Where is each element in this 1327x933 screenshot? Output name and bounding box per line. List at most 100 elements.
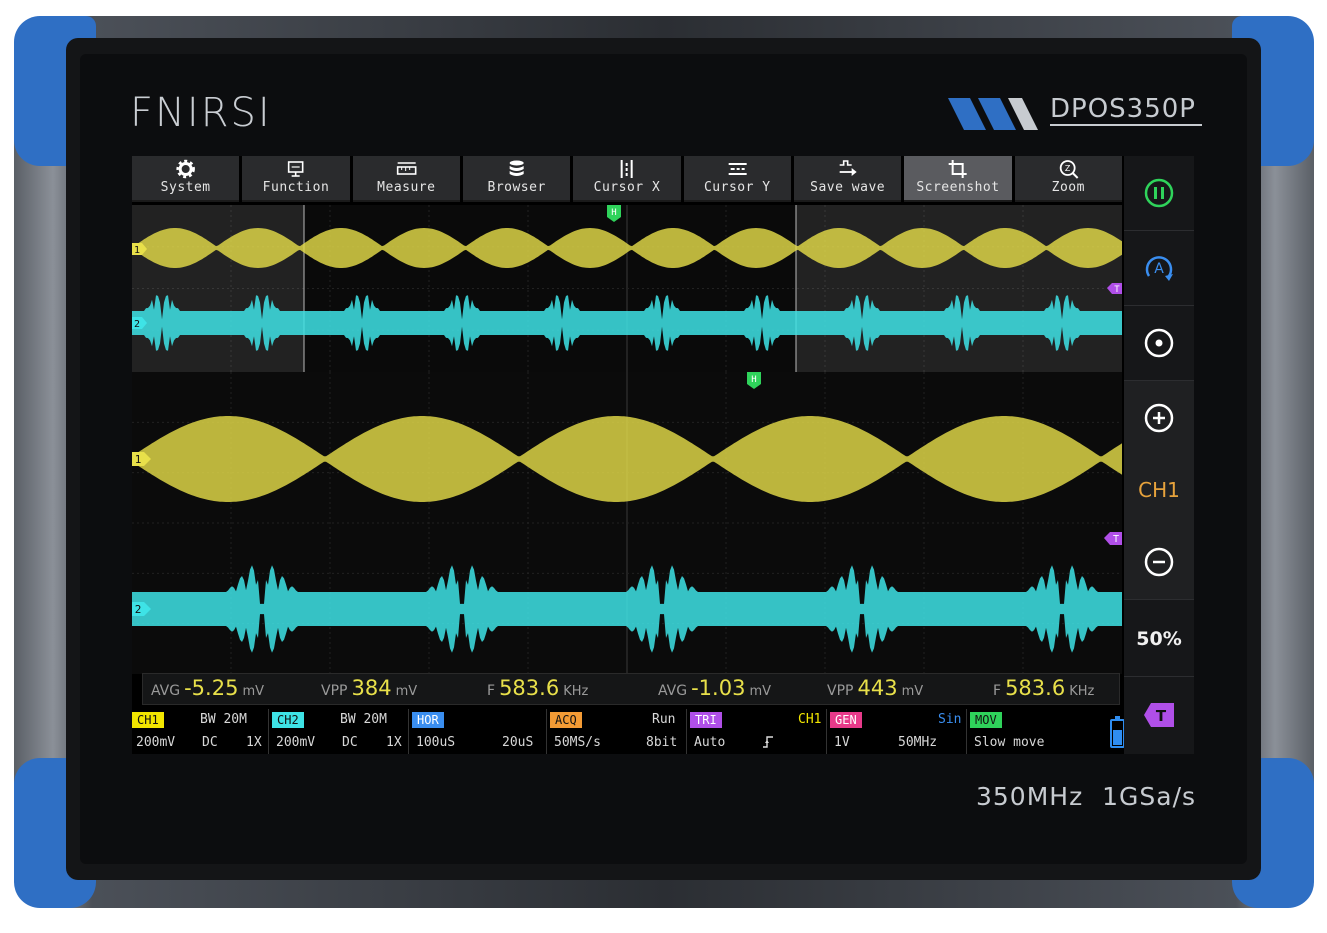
screenshot-label: Screenshot — [916, 180, 1000, 195]
save-wave-icon — [839, 160, 857, 176]
measurement-value: 443 — [857, 676, 898, 700]
ch2-volts-div: 200mV — [276, 735, 316, 750]
cursor-y-label: Cursor Y — [703, 180, 771, 195]
generator-frequency: 50MHz — [898, 735, 938, 750]
acq-bits: 8bit — [646, 735, 678, 750]
screenshot-button[interactable]: Screenshot — [904, 156, 1012, 202]
generator-status[interactable]: GEN Sin 1V 50MHz — [828, 709, 967, 754]
trigger-mode: Auto — [694, 735, 726, 750]
rising-edge-icon — [763, 736, 773, 748]
ch2-freq-measurement: F 583.6 KHz — [993, 676, 1094, 700]
ch1-vpp-measurement: VPP 384 mV — [321, 676, 417, 700]
svg-text:1: 1 — [135, 453, 142, 466]
minus-icon — [1144, 547, 1174, 577]
crop-icon — [948, 160, 967, 178]
hor-tag: HOR — [412, 712, 444, 728]
zoom-out-button[interactable] — [1124, 525, 1194, 599]
channel-label: CH1 — [1138, 478, 1180, 502]
fifty-percent-label: 50% — [1136, 628, 1182, 650]
model-name: DPOS350P — [1050, 94, 1202, 126]
ch2-status[interactable]: CH2 BW 20M 200mV DC 1X — [270, 709, 409, 754]
top-toolbar: System Function Measure Browser Cursor X… — [132, 156, 1122, 202]
model-stripes-icon — [948, 98, 1038, 130]
save-wave-button[interactable]: Save wave — [793, 156, 902, 202]
main-ch1-trace — [132, 416, 1122, 502]
hor-offset: 20uS — [502, 735, 534, 750]
svg-text:T: T — [1114, 285, 1120, 295]
center-button[interactable] — [1124, 306, 1194, 380]
trigger-source: CH1 — [798, 712, 822, 727]
svg-text:T: T — [1156, 707, 1167, 725]
ruler-icon — [396, 162, 417, 175]
zoom-label: Zoom — [1051, 180, 1085, 195]
ch1-tag: CH1 — [132, 712, 164, 728]
move-mode: Slow move — [974, 735, 1045, 750]
ch2-tag: CH2 — [272, 712, 304, 728]
cursor-y-button[interactable]: Cursor Y — [683, 156, 791, 202]
function-label: Function — [262, 180, 330, 195]
measurement-unit: mV — [395, 684, 418, 699]
cursor-x-label: Cursor X — [593, 180, 661, 195]
trigger-status[interactable]: TRI CH1 Auto — [688, 709, 827, 754]
zoom-in-button[interactable] — [1124, 381, 1194, 455]
measurement-label: F — [993, 683, 1002, 699]
ch2-bandwidth: BW 20M — [340, 712, 387, 727]
mov-tag: MOV — [970, 712, 1002, 728]
measurement-value: 583.6 — [1005, 676, 1066, 700]
gear-icon — [176, 159, 195, 179]
ch2-avg-measurement: AVG -1.03 mV — [658, 676, 771, 700]
spec-label: 350MHz 1GSa/s — [976, 782, 1197, 811]
channel-select-button[interactable]: CH1 — [1124, 453, 1194, 527]
fifty-percent-button[interactable]: 50% — [1124, 602, 1194, 676]
function-button[interactable]: Function — [242, 156, 350, 202]
database-icon — [509, 160, 524, 176]
horizontal-status[interactable]: HOR 100uS 20uS — [410, 709, 547, 754]
monitor-icon — [288, 161, 304, 177]
browser-button[interactable]: Browser — [462, 156, 571, 202]
acquisition-status[interactable]: ACQ Run 50MS/s 8bit — [548, 709, 687, 754]
ch1-freq-measurement: F 583.6 KHz — [487, 676, 588, 700]
measure-button[interactable]: Measure — [352, 156, 460, 202]
cursor-x-button[interactable]: Cursor X — [573, 156, 681, 202]
main-h-marker: H — [747, 372, 761, 389]
measure-label: Measure — [377, 180, 436, 195]
auto-button[interactable]: A — [1124, 231, 1194, 305]
ch1-status[interactable]: CH1 BW 20M 200mV DC 1X — [132, 709, 269, 754]
measurement-unit: KHz — [563, 684, 589, 699]
battery-icon — [1110, 716, 1125, 748]
system-button[interactable]: System — [132, 156, 240, 202]
trigger-button[interactable]: T — [1124, 678, 1194, 752]
acq-tag: ACQ — [550, 712, 582, 728]
ch1-avg-measurement: AVG -5.25 mV — [151, 676, 264, 700]
auto-icon: A — [1145, 256, 1173, 281]
svg-text:2: 2 — [135, 603, 142, 616]
svg-text:Z: Z — [1065, 164, 1071, 173]
measurement-unit: KHz — [1069, 684, 1095, 699]
tri-tag: TRI — [690, 712, 722, 728]
main-waveform: H 1 2 T — [132, 372, 1122, 674]
svg-text:H: H — [611, 208, 616, 218]
cursor-x-icon — [620, 160, 633, 178]
system-label: System — [160, 180, 211, 195]
target-icon — [1144, 328, 1174, 358]
trigger-icon: T — [1144, 703, 1174, 727]
run-stop-button[interactable] — [1124, 156, 1194, 230]
measurement-value: 583.6 — [499, 676, 560, 700]
move-status[interactable]: MOV Slow move — [968, 709, 1104, 754]
ch2-coupling: DC — [342, 735, 358, 750]
zoom-icon: Z — [1059, 160, 1078, 179]
measurement-bar: AVG -5.25 mV VPP 384 mV F 583.6 KHz AVG -1.03 mV… — [142, 673, 1120, 705]
generator-amplitude: 1V — [834, 735, 850, 750]
overview-h-marker: H — [607, 205, 621, 222]
save-wave-label: Save wave — [810, 180, 886, 195]
ch1-probe: 1X — [246, 735, 262, 750]
svg-text:1: 1 — [134, 245, 140, 256]
main-trigger-marker: T — [1104, 532, 1122, 545]
acq-mode: Run — [652, 712, 676, 727]
svg-text:2: 2 — [134, 319, 140, 330]
acq-sample-rate: 50MS/s — [554, 735, 601, 750]
ch1-coupling: DC — [202, 735, 218, 750]
zoom-button[interactable]: Z Zoom — [1014, 156, 1122, 202]
measurement-label: AVG — [151, 683, 181, 699]
measurement-label: VPP — [321, 683, 348, 699]
